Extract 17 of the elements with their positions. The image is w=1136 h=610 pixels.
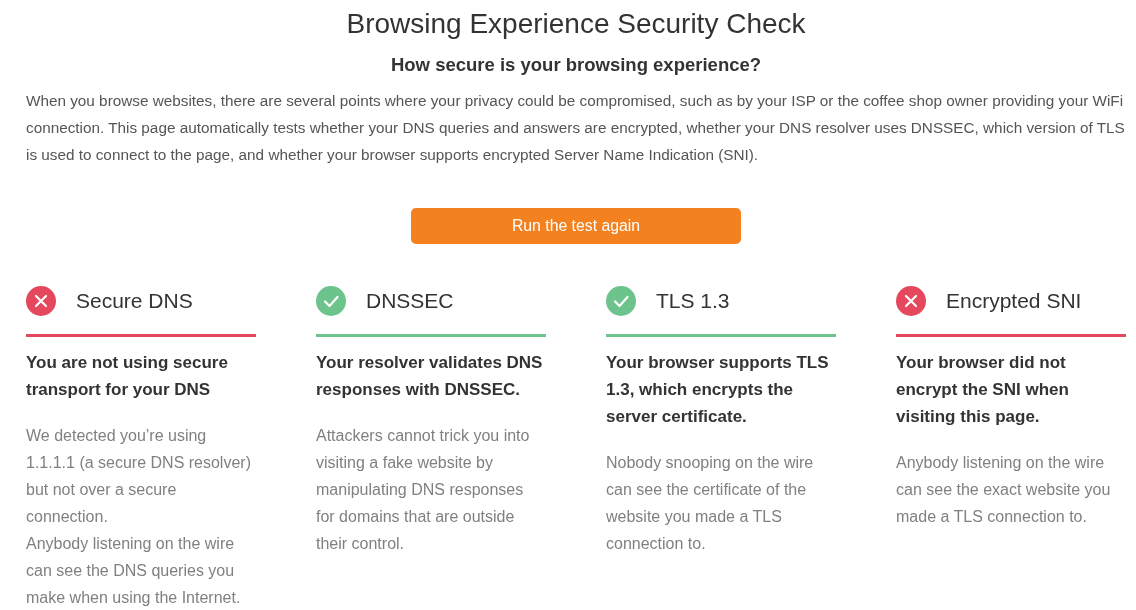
check-summary: Your resolver validates DNS responses with DNSSEC. [316,352,544,401]
check-summary: Your browser supports TLS 1.3, which encrypts the server certificate. [606,352,830,428]
intro-paragraph: When you browse websites, there are several points where your privacy could be compromised, such as by your ISP or the coffee shop owner providing your WiFi connection. This page automatically tests whether your DNS queries and answers are encrypted, whether your DNS resolver uses DNSSEC, which version of TLS is used to connect to the page, and whether your browser supports encrypted Server Name Indication (SNI). [26,91,1126,165]
check-summary: Your browser did not encrypt the SNI when visiting this page. [896,352,1070,428]
check-name: TLS 1.3 [656,289,730,313]
check-detail: Anybody listening on the wire can see the exact website you made a TLS connection to. [896,453,1112,527]
check-name: Secure DNS [76,289,193,313]
check-name: Encrypted SNI [946,289,1082,313]
run-test-button[interactable]: Run the test again [411,208,741,244]
check-detail: Nobody snooping on the wire can see the certificate of the website you made a TLS connection to. [606,453,815,554]
page-title: Browsing Experience Security Check [345,7,807,41]
check-detail: Attackers cannot trick you into visiting a fake website by manipulating DNS responses for domains that are outside their control. [316,426,531,554]
check-detail: We detected you’re using 1.1.1.1 (a secure DNS resolver) but not over a secure connection. [26,426,252,527]
check-name: DNSSEC [366,289,454,313]
page-subtitle: How secure is your browsing experience? [389,53,763,77]
check-summary: You are not using secure transport for your DNS [26,352,229,401]
check-detail: Anybody listening on the wire can see the DNS queries you make when using the Internet. [26,534,242,608]
